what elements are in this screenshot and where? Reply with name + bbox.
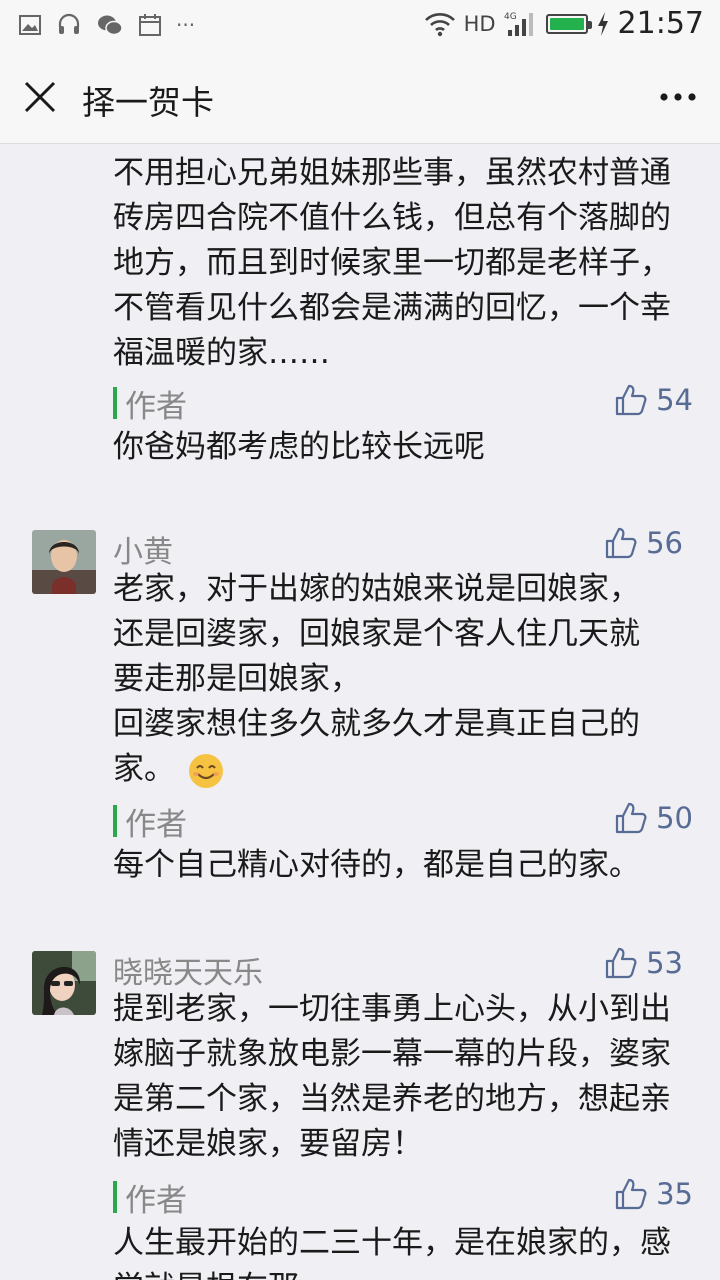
thumbs-up-icon xyxy=(605,947,637,979)
like-button[interactable]: 56 xyxy=(604,526,683,560)
comment-text-line: 家。 xyxy=(113,751,175,787)
author-reply-text: 每个自己精心对待的，都是自己的家。 xyxy=(113,847,640,883)
like-button[interactable]: 35 xyxy=(614,1177,693,1211)
comment-text-line: 回婆家想住多久就多久才是真正自己的 xyxy=(113,706,640,742)
like-button[interactable]: 50 xyxy=(614,801,693,835)
author-marker xyxy=(113,1181,117,1213)
wifi-icon xyxy=(424,12,455,36)
top-navigation-bar: 择一贺卡 xyxy=(0,50,720,144)
more-icon[interactable] xyxy=(654,80,702,114)
like-button[interactable]: 53 xyxy=(604,946,683,980)
comment-text-line: 老家，对于出嫁的姑娘来说是回娘家， xyxy=(113,571,640,607)
comments-list[interactable]: 不用担心兄弟姐妹那些事，虽然农村普通砖房四合院不值什么钱，但总有个落脚的地方，而… xyxy=(0,145,720,1280)
comment-text-line: 还是回婆家，回娘家是个客人住几天就 xyxy=(113,616,640,652)
thumbs-up-icon xyxy=(615,384,647,416)
wechat-icon xyxy=(98,15,123,36)
svg-text:4G: 4G xyxy=(504,12,517,22)
author-marker xyxy=(113,387,117,419)
status-bar: ··· HD 4G 21:57 xyxy=(0,0,720,50)
gallery-icon xyxy=(19,15,41,35)
like-count: 50 xyxy=(656,801,693,835)
network-label: HD xyxy=(463,11,496,36)
comment-text-last-line: 家。 xyxy=(113,747,713,792)
status-notification-icons: ··· xyxy=(18,12,195,38)
thumbs-up-icon xyxy=(605,527,637,559)
author-label: 作者 xyxy=(125,1183,187,1219)
avatar[interactable] xyxy=(32,951,96,1015)
page-title: 择一贺卡 xyxy=(82,83,214,122)
headset-icon xyxy=(58,13,80,34)
like-count: 56 xyxy=(646,526,683,560)
like-count: 53 xyxy=(646,946,683,980)
calendar-icon xyxy=(139,14,161,36)
comment-text: 不用担心兄弟姐妹那些事，虽然农村普通砖房四合院不值什么钱，但总有个落脚的地方，而… xyxy=(113,155,671,371)
author-marker xyxy=(113,805,117,837)
comment-text: 提到老家，一切往事勇上心头，从小到出嫁脑子就象放电影一幕一幕的片段，婆家是第二个… xyxy=(113,991,671,1162)
author-reply-header: 作者 54 xyxy=(113,383,693,425)
author-label: 作者 xyxy=(125,389,187,425)
status-time: 21:57 xyxy=(617,6,704,41)
author-reply-text: 人生最开始的二三十年，是在娘家的，感觉就是根在那 xyxy=(113,1225,671,1280)
close-icon[interactable] xyxy=(22,79,58,115)
battery-icon xyxy=(545,13,592,34)
commenter-name[interactable]: 小黄 xyxy=(113,527,173,571)
signal-icon: 4G xyxy=(504,12,533,36)
status-system: HD 4G 21:57 xyxy=(424,6,704,41)
thumbs-up-icon xyxy=(615,1178,647,1210)
commenter-name[interactable]: 晓晓天天乐 xyxy=(113,948,263,992)
like-count: 35 xyxy=(656,1177,693,1211)
like-button[interactable]: 54 xyxy=(614,383,693,417)
author-reply-header: 作者 50 xyxy=(113,801,693,843)
charging-icon xyxy=(597,11,608,36)
like-count: 54 xyxy=(656,383,693,417)
more-notifications-icon: ··· xyxy=(176,13,196,37)
comment-text: 老家，对于出嫁的姑娘来说是回娘家， 还是回婆家，回娘家是个客人住几天就 要走那是… xyxy=(113,567,713,792)
author-reply-text: 你爸妈都考虑的比较长远呢 xyxy=(113,429,485,465)
author-reply-header: 作者 35 xyxy=(113,1177,693,1219)
avatar[interactable] xyxy=(32,530,96,594)
author-label: 作者 xyxy=(125,807,187,843)
thumbs-up-icon xyxy=(615,802,647,834)
comment-text-line: 要走那是回娘家， xyxy=(113,661,361,697)
smile-emoji xyxy=(189,753,223,788)
